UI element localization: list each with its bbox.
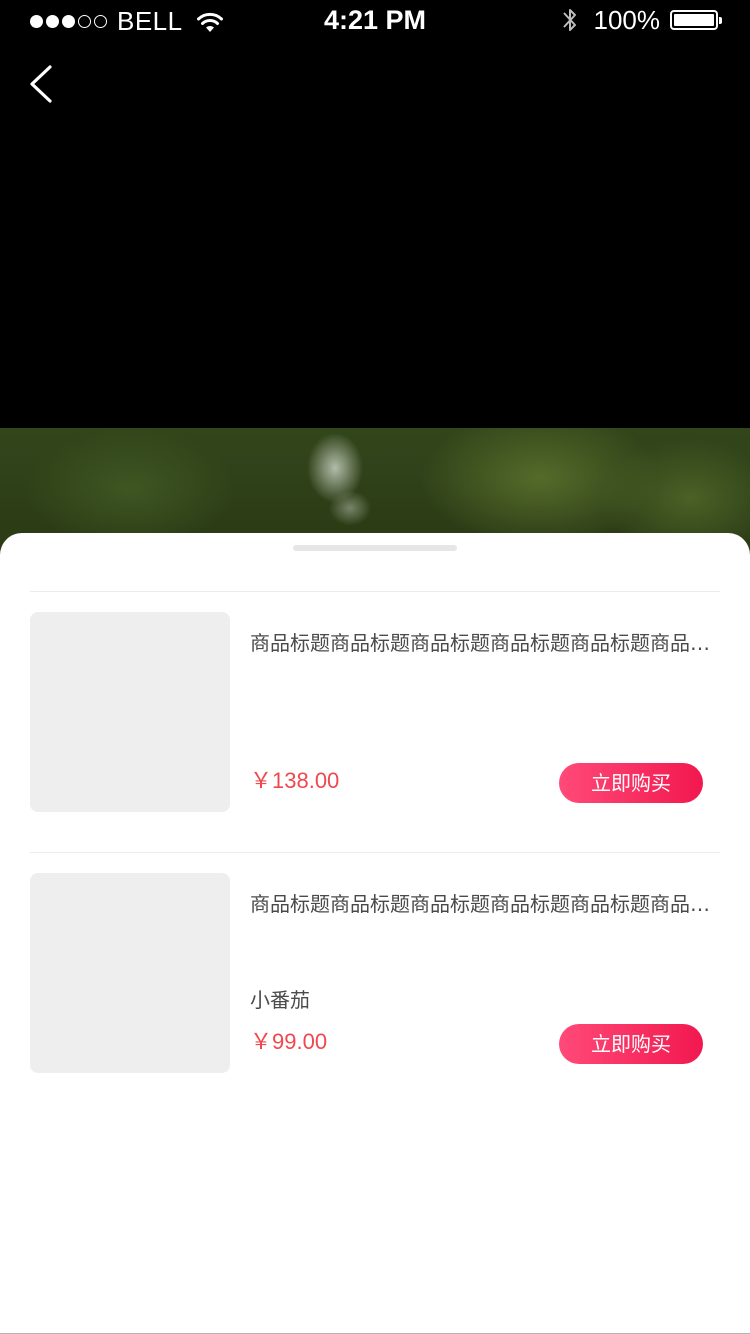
product-price: ￥99.00	[250, 1029, 328, 1054]
battery-icon	[670, 10, 722, 30]
buy-now-button[interactable]: 立即购买	[559, 763, 703, 803]
product-card[interactable]: 商品标题商品标题商品标题商品标题商品标题商品标题 小番茄 ￥99.00 立即购买	[30, 873, 720, 1073]
divider	[30, 591, 720, 592]
chevron-left-icon	[30, 65, 52, 103]
divider	[30, 852, 720, 853]
status-left: BELL	[30, 6, 225, 37]
product-price: ￥138.00	[250, 768, 340, 793]
wifi-icon	[196, 12, 223, 32]
product-title: 商品标题商品标题商品标题商品标题商品标题商品标题	[250, 892, 710, 916]
product-card[interactable]: 商品标题商品标题商品标题商品标题商品标题商品标题 ￥138.00 立即购买	[30, 612, 720, 812]
buy-now-button[interactable]: 立即购买	[559, 1024, 703, 1064]
back-button[interactable]	[24, 62, 64, 106]
screen: BELL 4:21 PM 100% 商品标题商品标题商品标题商品标题商品标题商品…	[0, 0, 750, 1334]
battery-percentage: 100%	[593, 4, 661, 35]
carrier-name: BELL	[117, 6, 183, 36]
product-thumbnail[interactable]	[30, 873, 230, 1073]
product-title: 商品标题商品标题商品标题商品标题商品标题商品标题	[250, 631, 710, 655]
sheet-drag-handle[interactable]	[293, 545, 457, 551]
product-thumbnail[interactable]	[30, 612, 230, 812]
signal-strength-icon	[30, 15, 107, 28]
product-tag: 小番茄	[250, 988, 310, 1012]
bluetooth-icon	[562, 9, 576, 31]
status-bar: BELL 4:21 PM 100%	[0, 0, 750, 40]
status-right: 100%	[560, 4, 722, 36]
product-sheet: 商品标题商品标题商品标题商品标题商品标题商品标题 ￥138.00 立即购买 商品…	[0, 533, 750, 1334]
